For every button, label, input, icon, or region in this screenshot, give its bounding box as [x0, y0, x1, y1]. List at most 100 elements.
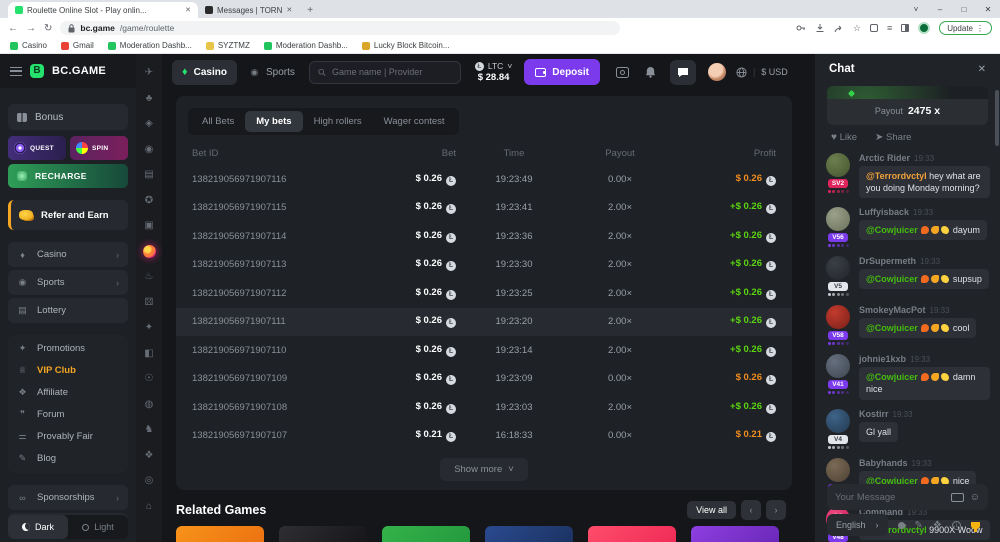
bet-row[interactable]: 138219056971907109$ 0.26Ł19:23:090.00×$ …: [176, 365, 792, 394]
trophy-icon[interactable]: [971, 522, 980, 529]
game-icon-4[interactable]: ◉: [143, 143, 156, 156]
user-avatar[interactable]: [826, 207, 850, 231]
bookmark-syztmz[interactable]: SYZTMZ: [206, 41, 250, 50]
username[interactable]: Luffyisback19:33: [859, 207, 990, 217]
game-icon-6[interactable]: ✪: [143, 194, 156, 207]
bookmark-moderation-dashb[interactable]: Moderation Dashb...: [264, 41, 348, 50]
tab-all-bets[interactable]: All Bets: [191, 111, 245, 132]
address-bar[interactable]: bc.game/game/roulette: [60, 21, 620, 35]
game-icon-1[interactable]: ✈: [143, 66, 156, 79]
bookmark-gmail[interactable]: Gmail: [61, 41, 94, 50]
shared-bet-card[interactable]: Payout2475 x: [827, 86, 988, 125]
chat-message-input[interactable]: [835, 492, 945, 503]
tab-my-bets[interactable]: My bets: [245, 111, 302, 132]
profile-avatar[interactable]: [918, 22, 930, 34]
key-icon[interactable]: [796, 23, 806, 33]
nav-sports-button[interactable]: ◉Sports: [249, 67, 295, 78]
mention[interactable]: @Cowjuicer: [866, 225, 920, 235]
nav-casino-button[interactable]: ♦Casino: [172, 60, 237, 85]
game-icon-12[interactable]: ◧: [143, 347, 156, 360]
install-icon[interactable]: [815, 23, 825, 33]
user-avatar[interactable]: [826, 409, 850, 433]
username[interactable]: Babyhands19:33: [859, 458, 990, 468]
hamburger-menu-icon[interactable]: [10, 67, 22, 76]
carousel-next-button[interactable]: ›: [766, 500, 786, 520]
game-icon-5[interactable]: ▤: [143, 168, 156, 181]
tab-close-icon[interactable]: ✕: [286, 6, 292, 14]
game-icon-3[interactable]: ◈: [143, 117, 156, 130]
game-search[interactable]: [309, 61, 461, 84]
user-avatar[interactable]: [826, 354, 850, 378]
quest-button[interactable]: QUEST: [8, 136, 66, 160]
window-minimize-icon[interactable]: –: [928, 5, 952, 14]
roulette-icon[interactable]: [143, 245, 156, 258]
bet-row[interactable]: 138219056971907110$ 0.26Ł19:23:142.00×+$…: [176, 336, 792, 365]
bell-icon[interactable]: [645, 66, 656, 78]
games-icon[interactable]: ❖: [933, 520, 942, 531]
search-input[interactable]: [332, 67, 452, 77]
window-menu-icon[interactable]: ˅: [904, 5, 928, 14]
spin-button[interactable]: SPIN: [70, 136, 128, 160]
sidebar-item-bonus[interactable]: Bonus: [8, 104, 128, 130]
window-close-icon[interactable]: ✕: [976, 5, 1000, 14]
window-maximize-icon[interactable]: □: [952, 5, 976, 14]
balance-selector[interactable]: ŁLTC˅ $ 28.84: [475, 61, 512, 83]
game-icon-14[interactable]: ◍: [143, 398, 156, 411]
game-icon-10[interactable]: ⚄: [143, 296, 156, 309]
bet-row[interactable]: 138219056971907113$ 0.26Ł19:23:302.00×+$…: [176, 251, 792, 280]
user-avatar[interactable]: [826, 153, 850, 177]
game-icon-13[interactable]: ☉: [143, 372, 156, 385]
info-icon[interactable]: i: [952, 521, 961, 530]
share-button[interactable]: ➤ Share: [875, 132, 911, 143]
share-icon[interactable]: [834, 23, 844, 33]
bet-row[interactable]: 138219056971907111$ 0.26Ł19:23:202.00×+$…: [176, 308, 792, 337]
gif-icon[interactable]: [951, 493, 964, 502]
username[interactable]: Kostirr19:33: [859, 409, 990, 419]
game-thumb-1[interactable]: [176, 526, 264, 542]
game-thumb-5[interactable]: [588, 526, 676, 542]
sidebar-item-sponsorships[interactable]: ∞Sponsorships›: [8, 485, 128, 510]
emoji-icon[interactable]: ☺: [970, 492, 980, 503]
sidebar-item-forum[interactable]: ❞Forum: [8, 404, 128, 425]
vault-icon[interactable]: [616, 67, 629, 78]
mention[interactable]: @Terrordvctyl: [866, 171, 929, 181]
bookmark-moderation-dashb[interactable]: Moderation Dashb...: [108, 41, 192, 50]
forward-icon[interactable]: →: [26, 23, 36, 34]
sidebar-item-provably-fair[interactable]: ⚌Provably Fair: [8, 426, 128, 447]
game-thumb-3[interactable]: [382, 526, 470, 542]
game-icon-17[interactable]: ◎: [143, 474, 156, 487]
like-button[interactable]: ♥ Like: [831, 132, 857, 143]
rain-icon[interactable]: [896, 520, 906, 530]
bcgame-logo-text[interactable]: BC.GAME: [52, 65, 106, 77]
show-more-button[interactable]: Show more˅: [440, 458, 528, 481]
bookmark-star-icon[interactable]: ☆: [853, 24, 861, 33]
game-icon-18[interactable]: ⌂: [143, 500, 156, 513]
mention[interactable]: @Cowjuicer: [866, 372, 920, 382]
user-avatar[interactable]: [826, 256, 850, 280]
username[interactable]: johnie1kxb19:33: [859, 354, 990, 364]
tab-high-rollers[interactable]: High rollers: [303, 111, 373, 132]
game-icon-2[interactable]: ♣: [143, 92, 156, 105]
theme-light-button[interactable]: Light: [68, 515, 128, 539]
user-avatar[interactable]: [826, 458, 850, 482]
pencil-icon[interactable]: ✎: [915, 520, 923, 531]
extensions-icon[interactable]: [870, 24, 878, 32]
game-icon-9[interactable]: ♨: [143, 270, 156, 283]
bet-row[interactable]: 138219056971907112$ 0.26Ł19:23:252.00×+$…: [176, 279, 792, 308]
view-all-button[interactable]: View all: [687, 501, 736, 519]
username[interactable]: DrSupermeth19:33: [859, 256, 990, 266]
sidebar-item-affiliate[interactable]: ❖Affiliate: [8, 382, 128, 403]
game-thumb-6[interactable]: [691, 526, 779, 542]
username[interactable]: Arctic Rider19:33: [859, 153, 990, 163]
side-panel-icon[interactable]: [901, 24, 909, 32]
bookmark-casino[interactable]: Casino: [10, 41, 47, 50]
chat-close-icon[interactable]: ✕: [978, 64, 986, 75]
deposit-button[interactable]: Deposit: [524, 59, 600, 85]
bookmark-lucky-block-bitcoin[interactable]: Lucky Block Bitcoin...: [362, 41, 450, 50]
sidebar-item-sports[interactable]: ◉Sports›: [8, 270, 128, 295]
sidebar-item-promotions[interactable]: ✦Promotions: [8, 338, 128, 359]
tab-wager-contest[interactable]: Wager contest: [373, 111, 456, 132]
back-icon[interactable]: ←: [8, 23, 18, 34]
mention[interactable]: @Cowjuicer: [866, 323, 920, 333]
user-avatar[interactable]: [826, 305, 850, 329]
